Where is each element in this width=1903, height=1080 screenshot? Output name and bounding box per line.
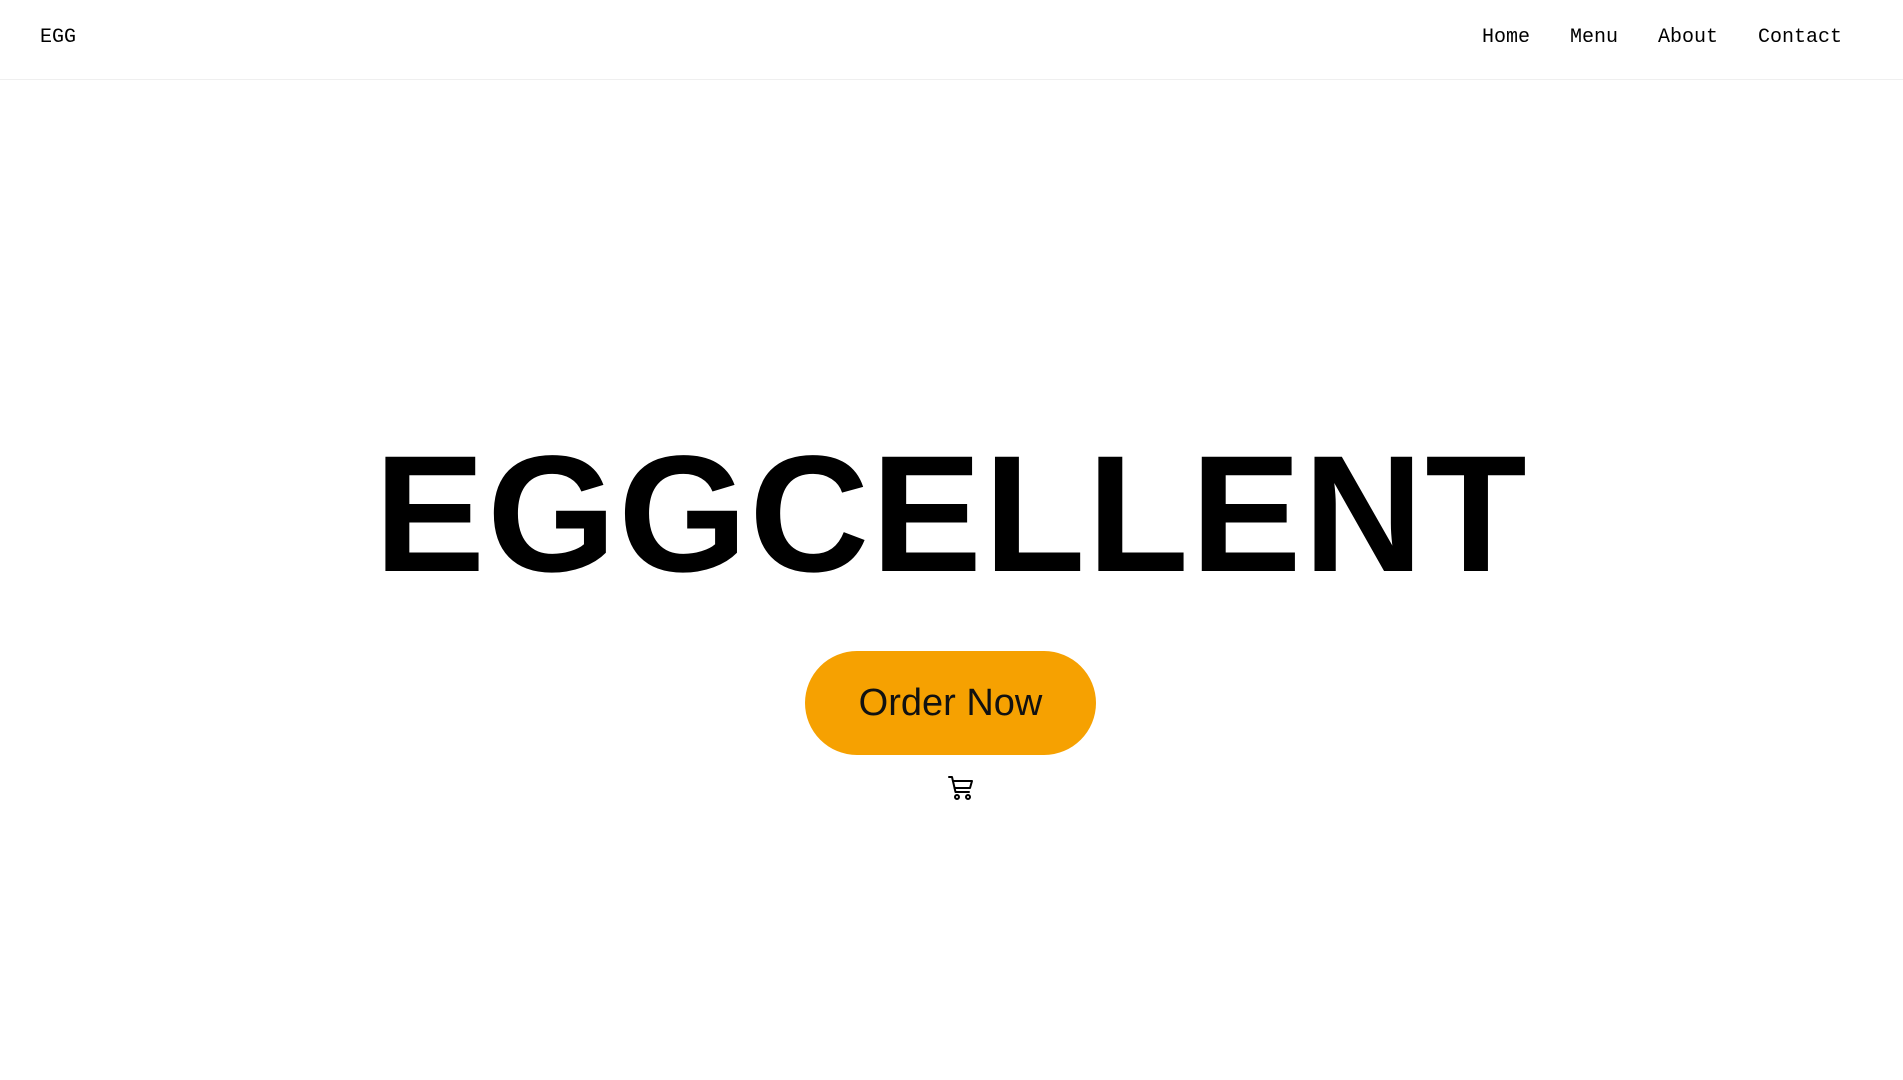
nav-home-link[interactable]: Home	[1482, 25, 1530, 51]
main-nav: Home Menu About Contact	[1482, 25, 1842, 51]
nav-contact-link[interactable]: Contact	[1758, 25, 1842, 51]
page: EGG Home Menu About Contact EGGCELLENT O…	[0, 0, 1903, 1080]
nav-about-link[interactable]: About	[1658, 25, 1718, 51]
brand-logo[interactable]: EGG	[40, 25, 76, 51]
hero-title: EGGCELLENT	[374, 422, 1529, 607]
shopping-cart-icon[interactable]	[947, 774, 975, 802]
nav-menu-link[interactable]: Menu	[1570, 25, 1618, 51]
order-now-button[interactable]: Order Now	[805, 651, 1096, 755]
navbar: EGG Home Menu About Contact	[0, 0, 1903, 80]
